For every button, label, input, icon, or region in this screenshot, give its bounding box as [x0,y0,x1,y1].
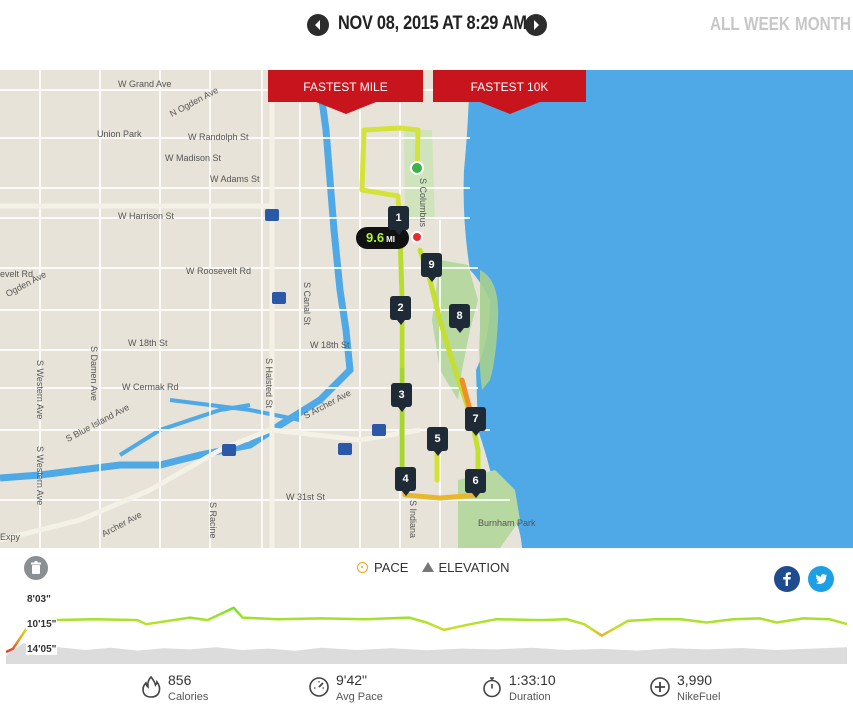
y-tick-label: 10'15" [26,619,58,630]
legend-elevation: ELEVATION [438,560,510,575]
street-label: W Roosevelt Rd [186,266,252,276]
distance-value: 9.6 [366,230,385,245]
route-map[interactable]: FASTEST MILE FASTEST 10K W Grand Ave N O… [0,70,853,548]
end-dot [411,231,423,243]
street-label: S Indiana [408,500,418,539]
street-label: S Columbus [418,178,428,228]
distance-unit: MI [386,235,395,244]
period-week-tab[interactable]: WEEK [744,14,790,35]
previous-run-button[interactable] [307,14,329,36]
mile-marker-2[interactable]: 2 [390,296,411,325]
street-label: W Grand Ave [118,79,172,89]
mile-marker-6[interactable]: 6 [465,469,486,498]
street-label: W Harrison St [118,211,175,221]
mile-marker-4[interactable]: 4 [395,467,416,496]
lake-michigan [463,70,853,548]
period-all-tab[interactable]: ALL [710,14,740,35]
fastest-mile-tab[interactable]: FASTEST MILE [268,70,423,114]
delete-run-button[interactable] [24,556,48,580]
trash-icon [31,561,41,574]
run-date-title: NOV 08, 2015 AT 8:29 AM [338,13,527,34]
avg-pace-value: 9'42" [336,672,368,688]
street-label: S Western Ave [35,360,45,420]
street-label: S Racine [208,502,218,539]
street-label: W 18th St [128,338,168,348]
speedometer-icon [309,677,329,697]
nikefuel-value: 3,990 [677,672,713,688]
pace-icon [357,562,368,573]
calories-label: Calories [168,691,209,703]
street-label: Union Park [97,129,142,139]
street-label: S Halsted St [264,358,274,409]
mile-marker-7[interactable]: 7 [465,407,486,436]
workout-panel: PACE ELEVATION 8'03" 10'15" 14'05" 856 Ca… [6,548,847,718]
street-label: S Canal St [302,282,312,326]
duration-label: Duration [509,691,551,703]
street-label: W Randolph St [188,132,249,142]
mile-marker-9[interactable]: 9 [421,253,442,282]
mile-marker-8[interactable]: 8 [449,304,470,333]
mile-marker-5[interactable]: 5 [427,427,448,456]
street-label: S Western Ave [35,446,45,506]
pace-elevation-chart[interactable] [6,588,847,664]
street-label: W 31st St [286,492,326,502]
legend-pace: PACE [374,560,409,575]
y-tick-label: 8'03" [26,594,52,605]
period-month-tab[interactable]: MONTH [795,14,851,35]
flame-icon [142,675,161,698]
street-label: W 18th St [310,340,350,350]
chevron-right-icon [534,20,539,30]
street-label: Burnham Park [478,518,536,528]
mile-marker-1[interactable]: 1 [388,206,409,235]
shoreline-park [432,260,478,400]
duration-value: 1:33:10 [509,672,556,688]
nikefuel-label: NikeFuel [677,691,721,703]
street-label: W Adams St [210,174,260,184]
chicago-river [0,70,354,482]
start-dot [410,161,424,175]
street-label: Expy [0,532,21,542]
avg-pace-label: Avg Pace [336,691,383,703]
y-tick-label: 14'05" [26,644,58,655]
map-canvas [0,70,853,548]
fuel-plus-icon [650,677,670,697]
elevation-area [6,643,847,664]
elevation-icon [422,562,435,572]
pace-line [6,606,847,654]
street-label: W Madison St [165,153,222,163]
next-run-button[interactable] [525,14,547,36]
stopwatch-icon [483,677,501,698]
river-branch [169,398,301,422]
street-grid [0,70,510,548]
fastest-10k-tab[interactable]: FASTEST 10K [433,70,586,114]
street-label: W Cermak Rd [122,382,179,392]
street-label: S Damen Ave [89,346,99,401]
chart-legend: PACE ELEVATION [357,560,509,575]
chevron-left-icon [315,20,320,30]
calories-value: 856 [168,672,192,688]
mile-marker-3[interactable]: 3 [391,383,412,412]
workout-header: NOV 08, 2015 AT 8:29 AM ALL WEEK MONTH [0,0,853,70]
